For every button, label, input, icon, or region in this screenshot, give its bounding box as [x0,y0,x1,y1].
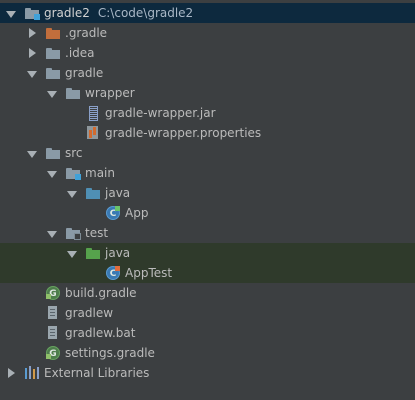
tree-label: java [105,186,131,200]
text-file-icon [45,326,61,340]
tree-row-gradle-cache[interactable]: .gradle [0,23,415,43]
java-class-icon: C [105,206,121,220]
tree-label: src [65,146,83,160]
collapse-arrow-icon[interactable] [26,23,38,43]
tree-label: java [105,246,131,260]
tree-row-settings-gradle[interactable]: G settings.gradle [0,343,415,363]
tree-label: build.gradle [65,286,137,300]
tree-row-apptest[interactable]: C AppTest [0,263,415,283]
tree-row-gradle-wrapper-properties[interactable]: gradle-wrapper.properties [0,123,415,143]
project-label: gradle2 C:\code\gradle2 [44,6,194,20]
folder-icon [45,146,61,160]
jar-file-icon [85,106,101,121]
folder-icon [45,26,61,40]
expand-arrow-icon[interactable] [66,183,78,203]
tree-label: test [85,226,109,240]
java-class-icon: C [105,266,121,280]
text-file-icon [45,306,61,320]
tree-label: .idea [65,46,95,60]
expand-arrow-icon[interactable] [26,63,38,83]
tree-row-build-gradle[interactable]: G build.gradle [0,283,415,303]
libraries-icon [24,366,40,380]
tree-row-gradlew[interactable]: gradlew [0,303,415,323]
module-folder-icon [65,166,81,180]
tree-label: wrapper [85,86,135,100]
collapse-arrow-icon[interactable] [5,363,17,383]
tree-label: settings.gradle [65,346,155,360]
expand-arrow-icon[interactable] [26,143,38,163]
project-folder-icon [24,6,40,20]
source-root-folder-icon [85,186,101,200]
folder-icon [45,66,61,80]
tree-row-project-gradle2[interactable]: gradle2 C:\code\gradle2 [0,3,415,23]
tree-label: gradlew.bat [65,326,136,340]
properties-file-icon [85,126,101,140]
tree-row-java-test[interactable]: java [0,243,415,263]
tree-row-gradle[interactable]: gradle [0,63,415,83]
tree-row-java-main[interactable]: java [0,183,415,203]
tree-label: gradle-wrapper.jar [105,106,216,120]
expand-arrow-icon[interactable] [66,243,78,263]
tree-row-app[interactable]: C App [0,203,415,223]
folder-icon [45,46,61,60]
tree-row-gradle-wrapper-jar[interactable]: gradle-wrapper.jar [0,103,415,123]
expand-arrow-icon[interactable] [5,3,17,23]
tree-label: .gradle [65,26,108,40]
tree-row-main[interactable]: main [0,163,415,183]
tree-label: External Libraries [44,366,150,380]
tree-row-wrapper[interactable]: wrapper [0,83,415,103]
tree-row-src[interactable]: src [0,143,415,163]
tree-row-test[interactable]: test [0,223,415,243]
expand-arrow-icon[interactable] [46,163,58,183]
tree-row-external-libraries[interactable]: External Libraries [0,363,415,383]
tree-label: gradle [65,66,104,80]
test-root-folder-icon [85,246,101,260]
expand-arrow-icon[interactable] [46,223,58,243]
tree-label: main [85,166,115,180]
gradle-file-icon: G [45,346,61,360]
expand-arrow-icon[interactable] [46,83,58,103]
collapse-arrow-icon[interactable] [26,43,38,63]
folder-icon [65,86,81,100]
tree-row-gradlew-bat[interactable]: gradlew.bat [0,323,415,343]
project-tree: gradle2 C:\code\gradle2 .gradle .idea gra… [0,3,415,383]
tree-label: gradlew [65,306,114,320]
tree-label: gradle-wrapper.properties [105,126,262,140]
tree-label: AppTest [125,266,173,280]
module-folder-icon [65,226,81,240]
tree-row-idea[interactable]: .idea [0,43,415,63]
tree-label: App [125,206,149,220]
gradle-file-icon: G [45,286,61,300]
